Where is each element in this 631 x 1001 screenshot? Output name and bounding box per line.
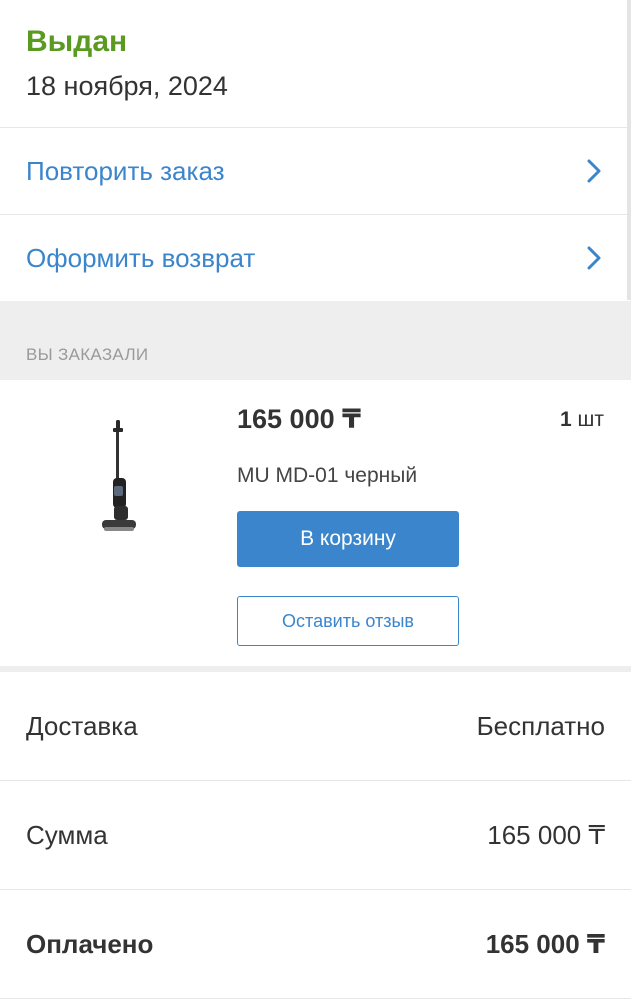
ordered-section-header: ВЫ ЗАКАЗАЛИ	[0, 301, 631, 380]
delivery-label: Доставка	[26, 710, 138, 741]
delivery-row: Доставка Бесплатно	[0, 672, 631, 781]
repeat-order-label: Повторить заказ	[26, 155, 225, 186]
paid-label: Оплачено	[26, 928, 154, 959]
product-card: 165 000 ₸ 1 шт MU MD-01 черный В корзину…	[0, 380, 631, 666]
quantity-unit: шт	[577, 408, 604, 431]
product-name[interactable]: MU MD-01 черный	[237, 464, 417, 488]
order-details-page: Выдан 18 ноября, 2024 Повторить заказ Оф…	[0, 0, 631, 1001]
product-price: 165 000 ₸	[237, 404, 361, 434]
section-label: ВЫ ЗАКАЗАЛИ	[26, 345, 149, 364]
leave-review-button[interactable]: Оставить отзыв	[237, 596, 459, 646]
return-order-row[interactable]: Оформить возврат	[0, 215, 631, 301]
add-to-cart-button[interactable]: В корзину	[237, 511, 459, 567]
sum-value: 165 000 ₸	[487, 819, 605, 850]
product-quantity: 1 шт	[560, 408, 604, 432]
order-date: 18 ноября, 2024	[26, 71, 228, 101]
chevron-right-icon	[583, 156, 605, 186]
quantity-number: 1	[560, 408, 572, 431]
paid-value: 165 000 ₸	[485, 928, 605, 959]
product-image[interactable]	[96, 416, 146, 546]
delivery-value: Бесплатно	[476, 710, 605, 741]
scroll-edge	[627, 0, 631, 300]
sum-label: Сумма	[26, 819, 108, 850]
paid-row: Оплачено 165 000 ₸	[0, 890, 631, 999]
order-status: Выдан	[26, 25, 128, 58]
return-order-label: Оформить возврат	[26, 242, 256, 273]
order-status-block: Выдан 18 ноября, 2024	[0, 0, 631, 128]
sum-row: Сумма 165 000 ₸	[0, 781, 631, 890]
chevron-right-icon	[583, 243, 605, 273]
repeat-order-row[interactable]: Повторить заказ	[0, 128, 631, 215]
